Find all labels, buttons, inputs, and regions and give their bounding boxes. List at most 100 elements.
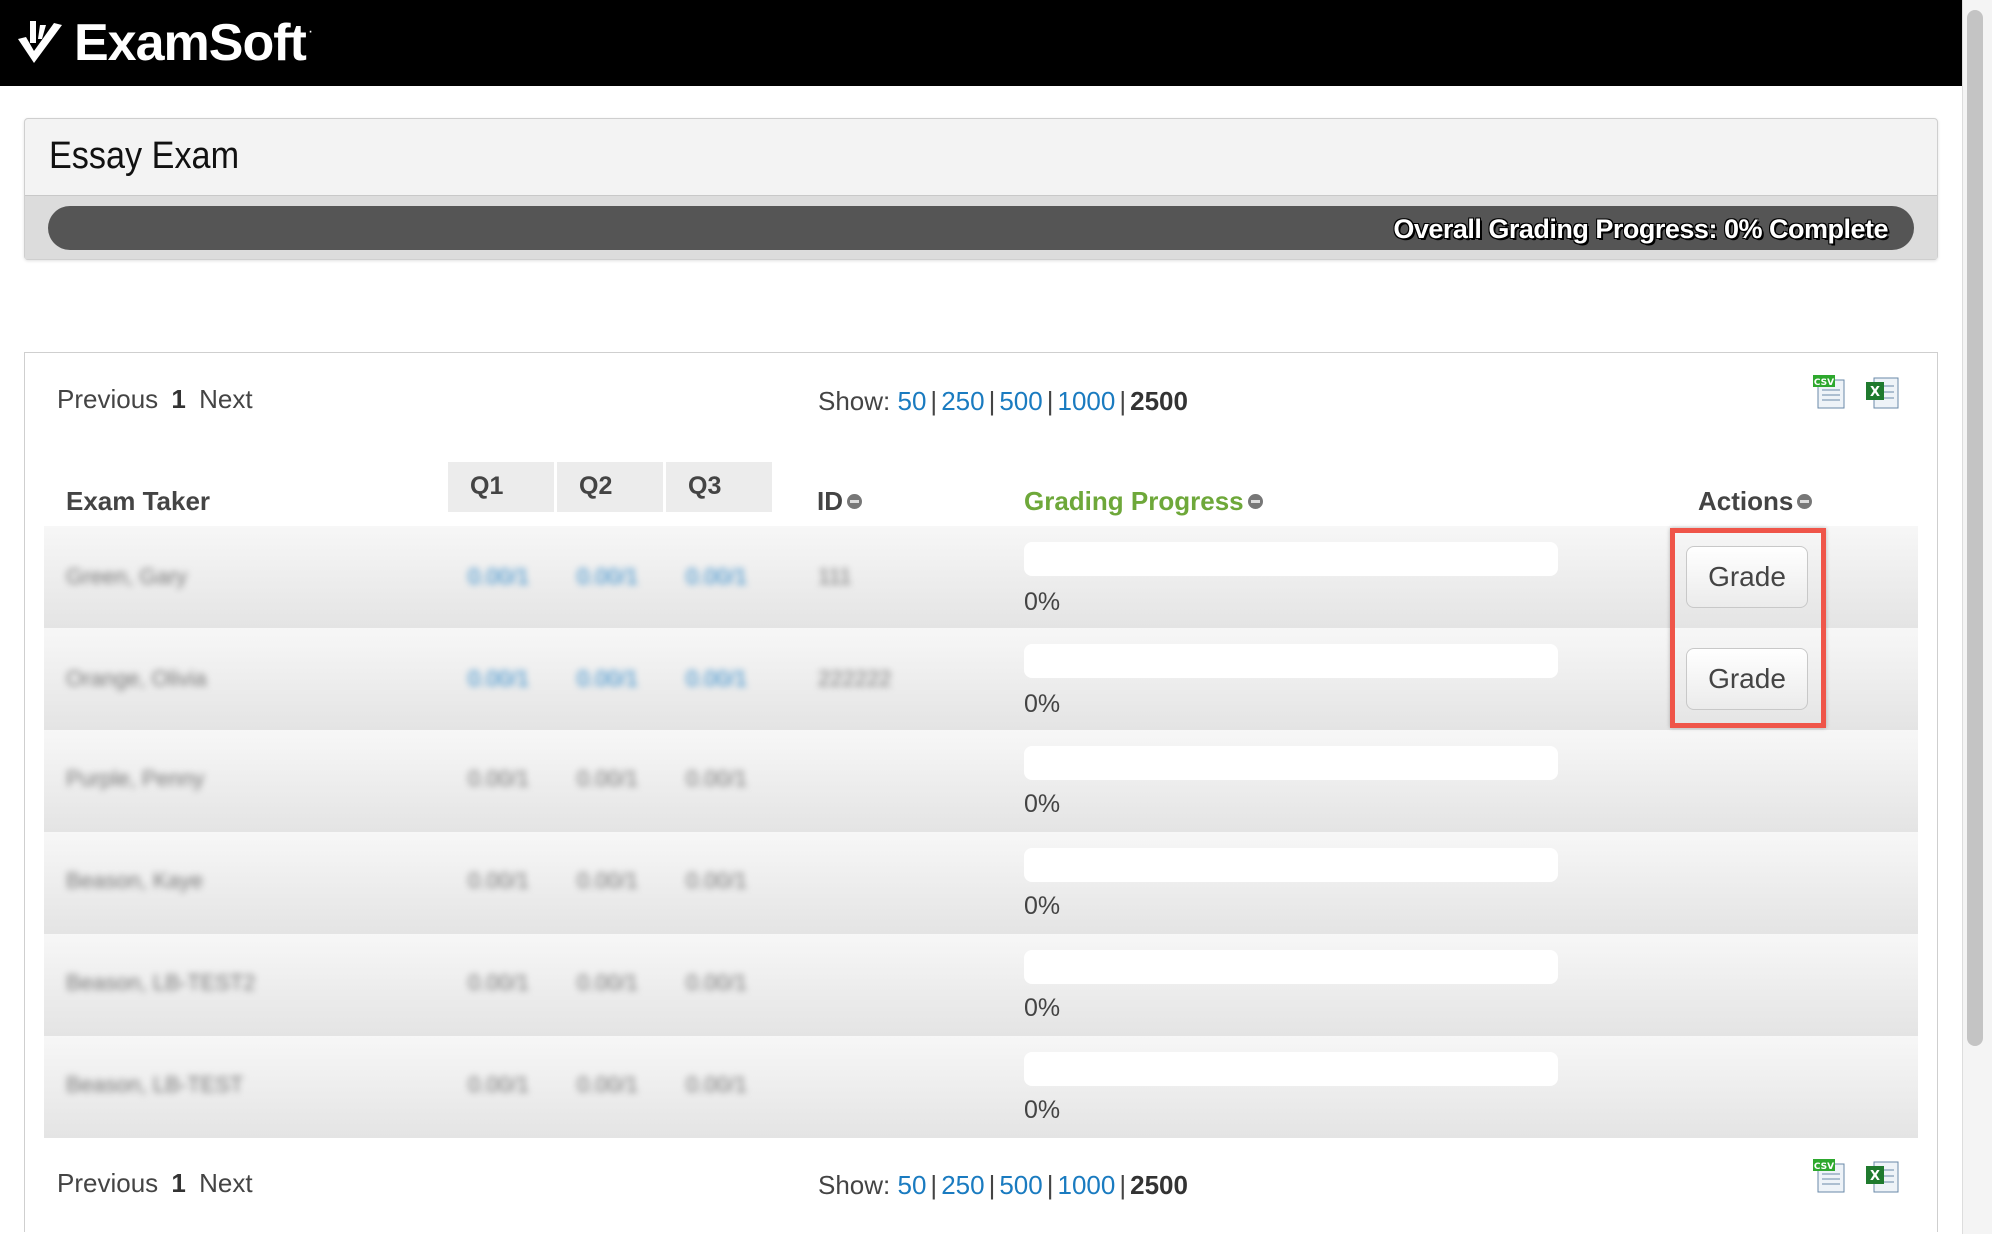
current-page: 1 (171, 1168, 186, 1198)
q2-score: 0.00/1 (577, 970, 639, 995)
grading-progress-percent: 0% (1024, 994, 1061, 1022)
grading-progress-bar (1024, 644, 1558, 678)
csv-export-icon[interactable]: CSV (1812, 1158, 1848, 1194)
q3-score: 0.00/1 (686, 766, 748, 791)
q1-score-link[interactable]: 0.00/1 (468, 564, 529, 590)
id-header-label: ID (817, 486, 843, 516)
exam-taker-name[interactable]: Orange, Olivia (66, 666, 207, 692)
table-row: Orange, Olivia 0.00/1 0.00/1 0.00/1 2222… (44, 628, 1918, 730)
column-header-grading-progress[interactable]: Grading Progress (1024, 486, 1263, 517)
exam-title: Essay Exam (49, 135, 240, 177)
q1-score: 0.00/1 (468, 1072, 530, 1097)
current-page: 1 (171, 384, 186, 414)
exam-taker-name[interactable]: Beason, LB-TEST (66, 1072, 243, 1098)
excel-export-icon[interactable]: X (1864, 374, 1900, 410)
examsoft-logo[interactable]: ExamSoft · (14, 14, 313, 72)
q3-score-link[interactable]: 0.00/1 (686, 564, 747, 590)
grading-progress-percent: 0% (1024, 892, 1061, 920)
top-header-bar: ExamSoft · (0, 0, 1962, 86)
grading-progress-percent: 0% (1024, 790, 1061, 818)
grading-progress-bar (1024, 542, 1558, 576)
page-scrollbar-thumb[interactable] (1967, 10, 1983, 1046)
q2-score: 0.00/1 (577, 868, 639, 893)
trademark-mark: · (307, 23, 314, 40)
exam-taker-id: 111 (818, 564, 852, 589)
grading-progress-bar (1024, 746, 1558, 780)
q3-score-link[interactable]: 0.00/1 (686, 666, 747, 692)
actions-header-label: Actions (1698, 486, 1794, 516)
q3-score: 0.00/1 (686, 868, 748, 893)
show-50-link[interactable]: 50 (898, 386, 927, 416)
exam-taker-name[interactable]: Beason, LB-TEST2 (66, 970, 256, 996)
grading-progress-percent: 0% (1024, 690, 1061, 718)
column-header-q3[interactable]: Q3 (666, 462, 772, 512)
overall-progress-label: Overall Grading Progress: 0% Complete (1393, 214, 1888, 244)
csv-export-icon[interactable]: CSV (1812, 374, 1848, 410)
examsoft-logo-icon (18, 21, 62, 63)
q2-score-link[interactable]: 0.00/1 (577, 666, 638, 692)
sort-toggle-icon[interactable] (1797, 493, 1813, 509)
page-size-selector-bottom: Show: 50 | 250 | 500 | 1000 | 2500 (818, 1170, 1188, 1201)
exam-taker-name[interactable]: Beason, Kaye (66, 868, 203, 894)
column-header-id[interactable]: ID (817, 486, 862, 517)
exam-summary-panel: Essay Exam Overall Grading Progress: 0% … (24, 118, 1938, 260)
exam-taker-id: 222222 (818, 666, 892, 691)
page-size-selector-top: Show: 50 | 250 | 500 | 1000 | 2500 (818, 386, 1188, 417)
show-1000-link[interactable]: 1000 (1058, 1170, 1116, 1200)
q1-score-link[interactable]: 0.00/1 (468, 666, 529, 692)
grading-progress-percent: 0% (1024, 1096, 1061, 1124)
show-2500-selected: 2500 (1130, 386, 1188, 416)
separator: | (930, 386, 938, 416)
grading-progress-bar (1024, 1052, 1558, 1086)
show-label: Show: (818, 1170, 891, 1200)
excel-export-icon[interactable]: X (1864, 1158, 1900, 1194)
separator: | (1119, 1170, 1127, 1200)
column-header-q1[interactable]: Q1 (448, 462, 554, 512)
separator: | (1046, 1170, 1054, 1200)
exam-taker-name[interactable]: Green, Gary (66, 564, 187, 590)
svg-text:X: X (1870, 1169, 1880, 1184)
exam-taker-name[interactable]: Purple, Penny (66, 766, 204, 792)
q3-score: 0.00/1 (686, 970, 748, 995)
sort-toggle-icon[interactable] (847, 493, 862, 509)
table-row: Beason, LB-TEST2 0.00/1 0.00/1 0.00/1 0% (44, 934, 1918, 1036)
q2-score: 0.00/1 (577, 1072, 639, 1097)
q1-score: 0.00/1 (468, 868, 530, 893)
q1-score: 0.00/1 (468, 970, 530, 995)
overall-grading-progress-bar: Overall Grading Progress: 0% Complete (48, 206, 1914, 250)
show-500-link[interactable]: 500 (999, 1170, 1042, 1200)
next-link[interactable]: Next (199, 1168, 252, 1198)
q3-score: 0.00/1 (686, 1072, 748, 1097)
separator: | (1046, 386, 1054, 416)
show-250-link[interactable]: 250 (941, 386, 984, 416)
show-label: Show: (818, 386, 891, 416)
show-500-link[interactable]: 500 (999, 386, 1042, 416)
grade-buttons-highlight (1670, 528, 1826, 728)
separator: | (988, 1170, 996, 1200)
grading-progress-percent: 0% (1024, 588, 1061, 616)
show-1000-link[interactable]: 1000 (1058, 386, 1116, 416)
q1-score: 0.00/1 (468, 766, 530, 791)
q2-score-link[interactable]: 0.00/1 (577, 564, 638, 590)
next-link[interactable]: Next (199, 384, 252, 414)
grading-progress-bar (1024, 950, 1558, 984)
show-2500-selected: 2500 (1130, 1170, 1188, 1200)
table-row: Green, Gary 0.00/1 0.00/1 0.00/1 111 0% … (44, 526, 1918, 628)
show-250-link[interactable]: 250 (941, 1170, 984, 1200)
table-row: Beason, Kaye 0.00/1 0.00/1 0.00/1 0% (44, 832, 1918, 934)
logo-text: ExamSoft (74, 14, 307, 72)
svg-text:X: X (1870, 385, 1880, 400)
table-row: Purple, Penny 0.00/1 0.00/1 0.00/1 0% (44, 730, 1918, 832)
q2-score: 0.00/1 (577, 766, 639, 791)
previous-link[interactable]: Previous (57, 1168, 158, 1198)
pager-bottom: Previous 1 Next (57, 1168, 253, 1199)
column-header-actions: Actions (1698, 486, 1813, 517)
previous-link[interactable]: Previous (57, 384, 158, 414)
column-header-exam-taker[interactable]: Exam Taker (66, 486, 210, 517)
show-50-link[interactable]: 50 (898, 1170, 927, 1200)
pager-top: Previous 1 Next (57, 384, 253, 415)
sort-toggle-icon[interactable] (1247, 493, 1263, 509)
separator: | (988, 386, 996, 416)
column-header-q2[interactable]: Q2 (557, 462, 663, 512)
grading-progress-bar (1024, 848, 1558, 882)
